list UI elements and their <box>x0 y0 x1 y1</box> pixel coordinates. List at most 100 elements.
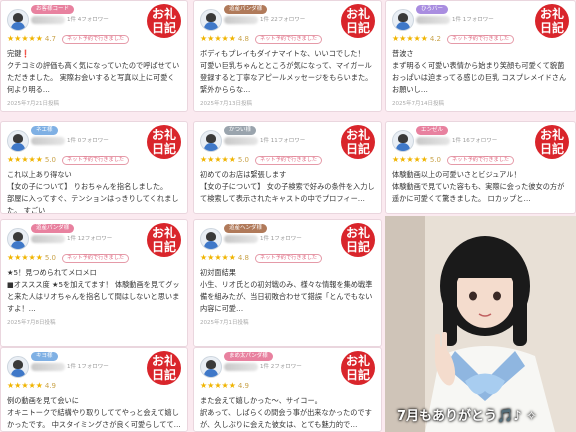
review-body: 体験動画以上の可愛いさとビジュアル！ 体験動画で見ていた容もも、実際に会った彼女… <box>392 169 569 205</box>
reviewer-name-blurred <box>224 16 258 24</box>
review-card[interactable]: お客様コード 1件 4フォロワー お礼 日記 ★★★★★ 4.7 ネット予約で行きまし… <box>0 0 188 112</box>
reviewer-badge: 道産ヘンダ様 <box>224 224 268 233</box>
review-text: 完鍵❗️ クチコミの評価も高く気になっていたので呼ばせていただきました。 実際お… <box>7 49 180 94</box>
seal-bottom-text: 日記 <box>345 142 370 156</box>
thanks-diary-seal[interactable]: お礼 日記 <box>147 4 181 38</box>
review-body: 完鍵❗️ クチコミの評価も高く気になっていたので呼ばせていただきました。 実際お… <box>7 48 181 110</box>
reviewer-badge: まめ太パンダ様 <box>224 352 273 361</box>
booking-tag: ネット予約で行きました <box>62 35 130 44</box>
review-body: 普波さ まず明るく可愛い表情から始まり笑顔も可愛くて貌菌 おっぱいは迫まってる感… <box>392 48 569 110</box>
reviewer-badge: エンゼル <box>416 126 449 135</box>
review-card[interactable]: まめ太パンダ様 1件 2フォロワー お礼 日記 ★★★★★ 4.9 また会えて嬉しか… <box>193 347 382 432</box>
reviewer-meta: 1件 11フォロワー <box>260 138 306 144</box>
reviewer-badge: 道産パンダ様 <box>224 5 268 14</box>
avatar <box>392 9 414 31</box>
reviewer-name-blurred <box>224 137 258 145</box>
seal-top-text: お礼 <box>151 354 176 368</box>
review-card[interactable]: ネエ様 1件 0フォロワー お礼 日記 ★★★★★ 5.0 ネット予約で行きました こ… <box>0 121 188 214</box>
reviewer-badge: ネエ様 <box>31 126 58 135</box>
booking-tag: ネット予約で行きました <box>255 35 323 44</box>
rating-value: 4.8 <box>237 254 249 262</box>
review-body: 初めてのお店は緊張します 【女の子について】 女の子検索で好みの条件を入力して検… <box>200 169 375 205</box>
review-body: 初対面結果 小生、リオ氏との初対戦のみ、様々な情報を集め戦準備を組みたが、当日初… <box>200 267 375 329</box>
girl-illustration <box>385 216 576 432</box>
avatar <box>7 9 29 31</box>
review-card[interactable]: ひろバー 1件 1フォロワー お礼 日記 ★★★★★ 4.2 ネット予約で行きました … <box>385 0 576 112</box>
star-rating: ★★★★★ 4.7 ネット予約で行きました <box>7 34 130 44</box>
seal-bottom-text: 日記 <box>539 21 564 35</box>
review-date: 2025年7月1日投稿 <box>200 320 249 326</box>
review-card[interactable]: キヨ様 1件 1フォロワー お礼 日記 ★★★★★ 4.9 例の動画を見て会いに オ… <box>0 347 188 432</box>
thanks-diary-seal[interactable]: お礼 日記 <box>341 4 375 38</box>
star-rating: ★★★★★ 4.8 ネット予約で行きました <box>200 253 323 263</box>
rating-value: 5.0 <box>429 156 441 164</box>
seal-bottom-text: 日記 <box>151 368 176 382</box>
review-body: また会えて嬉しかった〜、サイコー。 訳あって、しばらくの間会う事が出来なかったの… <box>200 395 375 431</box>
seal-top-text: お礼 <box>539 7 564 21</box>
reviewer-badge: お客様コード <box>31 5 75 14</box>
star-rating: ★★★★★ 4.2 ネット予約で行きました <box>392 34 515 44</box>
reviewer-meta: 1件 2フォロワー <box>260 364 302 370</box>
rating-value: 4.2 <box>429 35 441 43</box>
reviewer-meta: 1件 1フォロワー <box>260 236 302 242</box>
reviewer-badge: 道産パンダ様 <box>31 224 75 233</box>
thanks-diary-seal[interactable]: お礼 日記 <box>535 4 569 38</box>
booking-tag: ネット予約で行きました <box>447 156 515 165</box>
reviewer-name-blurred <box>224 235 258 243</box>
avatar <box>200 356 222 378</box>
seal-top-text: お礼 <box>539 128 564 142</box>
review-text: これ以上あり得ない 【女の子について】 りおちゃんを指名しました。 部屋に入って… <box>7 170 179 214</box>
review-card[interactable]: 道産ヘンダ様 1件 1フォロワー お礼 日記 ★★★★★ 4.8 ネット予約で行きまし… <box>193 219 382 347</box>
booking-tag: ネット予約で行きました <box>62 254 130 263</box>
review-text: 体験動画以上の可愛いさとビジュアル！ 体験動画で見ていた容もも、実際に会った彼女… <box>392 170 565 203</box>
review-card[interactable]: エンゼル 1件 16フォロワー お礼 日記 ★★★★★ 5.0 ネット予約で行きました… <box>385 121 576 214</box>
thanks-diary-seal[interactable]: お礼 日記 <box>147 125 181 159</box>
star-rating: ★★★★★ 4.9 <box>200 381 249 390</box>
thanks-diary-seal[interactable]: お礼 日記 <box>147 223 181 257</box>
review-date: 2025年7月14日投稿 <box>392 101 444 107</box>
review-body: ボディもプレイもダイナマイトな、いいコでした！ 可愛い巨乳ちゃんとところが気にな… <box>200 48 375 110</box>
seal-top-text: お礼 <box>345 7 370 21</box>
avatar <box>200 130 222 152</box>
rating-value: 4.8 <box>237 35 249 43</box>
rating-value: 4.9 <box>44 382 56 390</box>
seal-top-text: お礼 <box>345 354 370 368</box>
review-text: 初対面結果 小生、リオ氏との初対戦のみ、様々な情報を集め戦準備を組みたが、当日初… <box>200 268 373 313</box>
review-card[interactable]: 道産パンダ様 1件 12フォロワー お礼 日記 ★★★★★ 5.0 ネット予約で行きま… <box>0 219 188 347</box>
rating-value: 5.0 <box>44 156 56 164</box>
reviewer-meta: 1件 22フォロワー <box>260 17 306 23</box>
reviewer-meta: 1件 12フォロワー <box>67 236 113 242</box>
reviewer-meta: 1件 16フォロワー <box>452 138 498 144</box>
reviewer-name-blurred <box>31 16 65 24</box>
seal-bottom-text: 日記 <box>539 142 564 156</box>
avatar <box>200 9 222 31</box>
avatar <box>7 356 29 378</box>
seal-bottom-text: 日記 <box>345 240 370 254</box>
review-body: これ以上あり得ない 【女の子について】 りおちゃんを指名しました。 部屋に入って… <box>7 169 181 214</box>
thanks-diary-seal[interactable]: お礼 日記 <box>341 125 375 159</box>
seal-top-text: お礼 <box>151 7 176 21</box>
review-card[interactable]: かつい様 1件 11フォロワー お礼 日記 ★★★★★ 5.0 ネット予約で行きました… <box>193 121 382 214</box>
review-card[interactable]: 道産パンダ様 1件 22フォロワー お礼 日記 ★★★★★ 4.8 ネット予約で行きま… <box>193 0 382 112</box>
seal-bottom-text: 日記 <box>151 142 176 156</box>
reviewer-name-blurred <box>416 137 450 145</box>
star-rating: ★★★★★ 5.0 ネット予約で行きました <box>392 155 515 165</box>
thanks-diary-seal[interactable]: お礼 日記 <box>147 351 181 385</box>
reviewer-meta: 1件 1フォロワー <box>452 17 494 23</box>
review-body: ★5！見つめられてメロメロ ■オススス度 ★5を加えてます！ 体験動画を見てグッ… <box>7 267 181 329</box>
thanks-diary-seal[interactable]: お礼 日記 <box>535 125 569 159</box>
avatar <box>7 130 29 152</box>
review-text: 初めてのお店は緊張します 【女の子について】 女の子検索で好みの条件を入力して検… <box>200 170 375 203</box>
avatar <box>392 130 414 152</box>
thanks-diary-seal[interactable]: お礼 日記 <box>341 351 375 385</box>
rating-value: 5.0 <box>44 254 56 262</box>
review-date: 2025年7月21日投稿 <box>7 101 59 107</box>
seal-top-text: お礼 <box>345 226 370 240</box>
rating-value: 5.0 <box>237 156 249 164</box>
reviewer-name-blurred <box>224 363 258 371</box>
review-text: 普波さ まず明るく可愛い表情から始まり笑顔も可愛くて貌菌 おっぱいは迫まってる感… <box>392 49 567 94</box>
thanks-diary-seal[interactable]: お礼 日記 <box>341 223 375 257</box>
seal-top-text: お礼 <box>151 226 176 240</box>
reviewer-badge: キヨ様 <box>31 352 58 361</box>
review-text: 例の動画を見て会いに オキニトークで結構やり取りしててやっと会えて嬉しかったです… <box>7 396 181 429</box>
